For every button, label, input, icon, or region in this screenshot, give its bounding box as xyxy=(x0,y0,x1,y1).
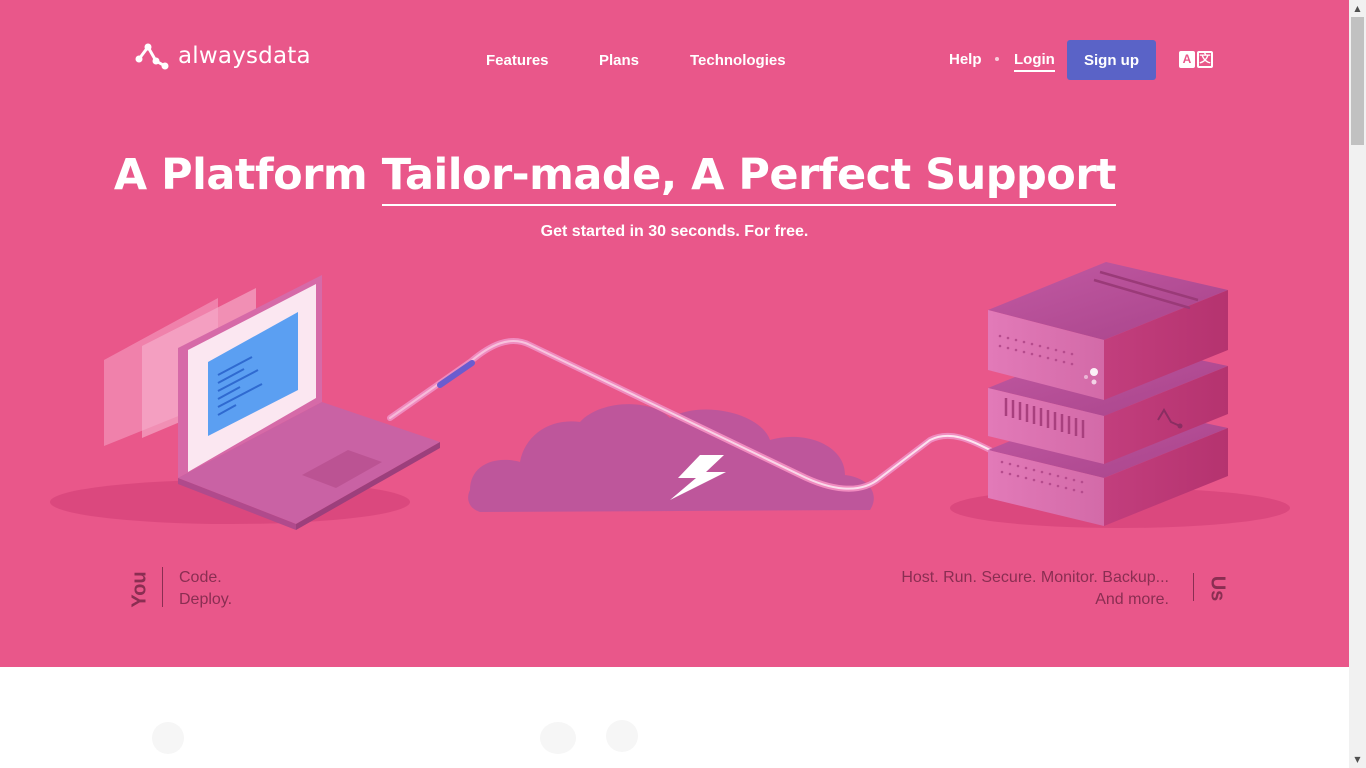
scroll-thumb[interactable] xyxy=(1351,17,1364,145)
login-link[interactable]: Login xyxy=(1014,51,1055,72)
us-line-1: Host. Run. Secure. Monitor. Backup... xyxy=(901,569,1169,586)
hero-subtitle: Get started in 30 seconds. For free. xyxy=(540,223,809,240)
feature-icon-3 xyxy=(606,720,638,752)
headline-highlight: Tailor-made, A Perfect Support xyxy=(381,150,1117,206)
you-line-2: Deploy. xyxy=(179,591,233,608)
feature-icon-2 xyxy=(540,722,576,754)
headline-plain: A Platform xyxy=(113,150,382,200)
us-description: Host. Run. Secure. Monitor. Backup... An… xyxy=(901,567,1169,611)
brand-name: alwaysdata xyxy=(178,43,311,69)
us-label: Us xyxy=(1206,575,1229,602)
hero-section: alwaysdata Features Plans Technologies H… xyxy=(0,0,1349,667)
page-title: A Platform Tailor-made, A Perfect Suppor… xyxy=(0,150,1230,206)
us-line-2: And more. xyxy=(1095,591,1169,608)
brand-logo[interactable]: alwaysdata xyxy=(134,40,311,72)
language-switcher[interactable]: A 文 xyxy=(1179,51,1213,68)
nav-technologies[interactable]: Technologies xyxy=(690,52,786,69)
translate-icon-secondary: 文 xyxy=(1197,51,1213,68)
server-stack-illustration xyxy=(988,262,1228,526)
nav-plans[interactable]: Plans xyxy=(599,52,639,69)
you-divider xyxy=(162,567,163,607)
page-scrollbar[interactable]: ▲ ▼ xyxy=(1349,0,1366,768)
signup-button[interactable]: Sign up xyxy=(1067,40,1156,80)
scroll-up-arrow[interactable]: ▲ xyxy=(1349,0,1366,17)
you-line-1: Code. xyxy=(179,569,222,586)
hero-illustration xyxy=(50,262,1290,530)
page: alwaysdata Features Plans Technologies H… xyxy=(0,0,1349,768)
nav-features[interactable]: Features xyxy=(486,52,549,69)
you-description: Code. Deploy. xyxy=(179,567,232,611)
us-divider xyxy=(1193,573,1194,601)
feature-icon-1 xyxy=(152,722,184,754)
cloud-lightning-icon xyxy=(468,404,874,512)
scroll-down-arrow[interactable]: ▼ xyxy=(1349,751,1366,768)
you-label: You xyxy=(128,571,151,608)
help-link[interactable]: Help xyxy=(949,51,982,68)
nav-separator xyxy=(995,57,999,61)
translate-icon: A xyxy=(1179,51,1195,68)
alwaysdata-logo-icon xyxy=(135,43,169,70)
